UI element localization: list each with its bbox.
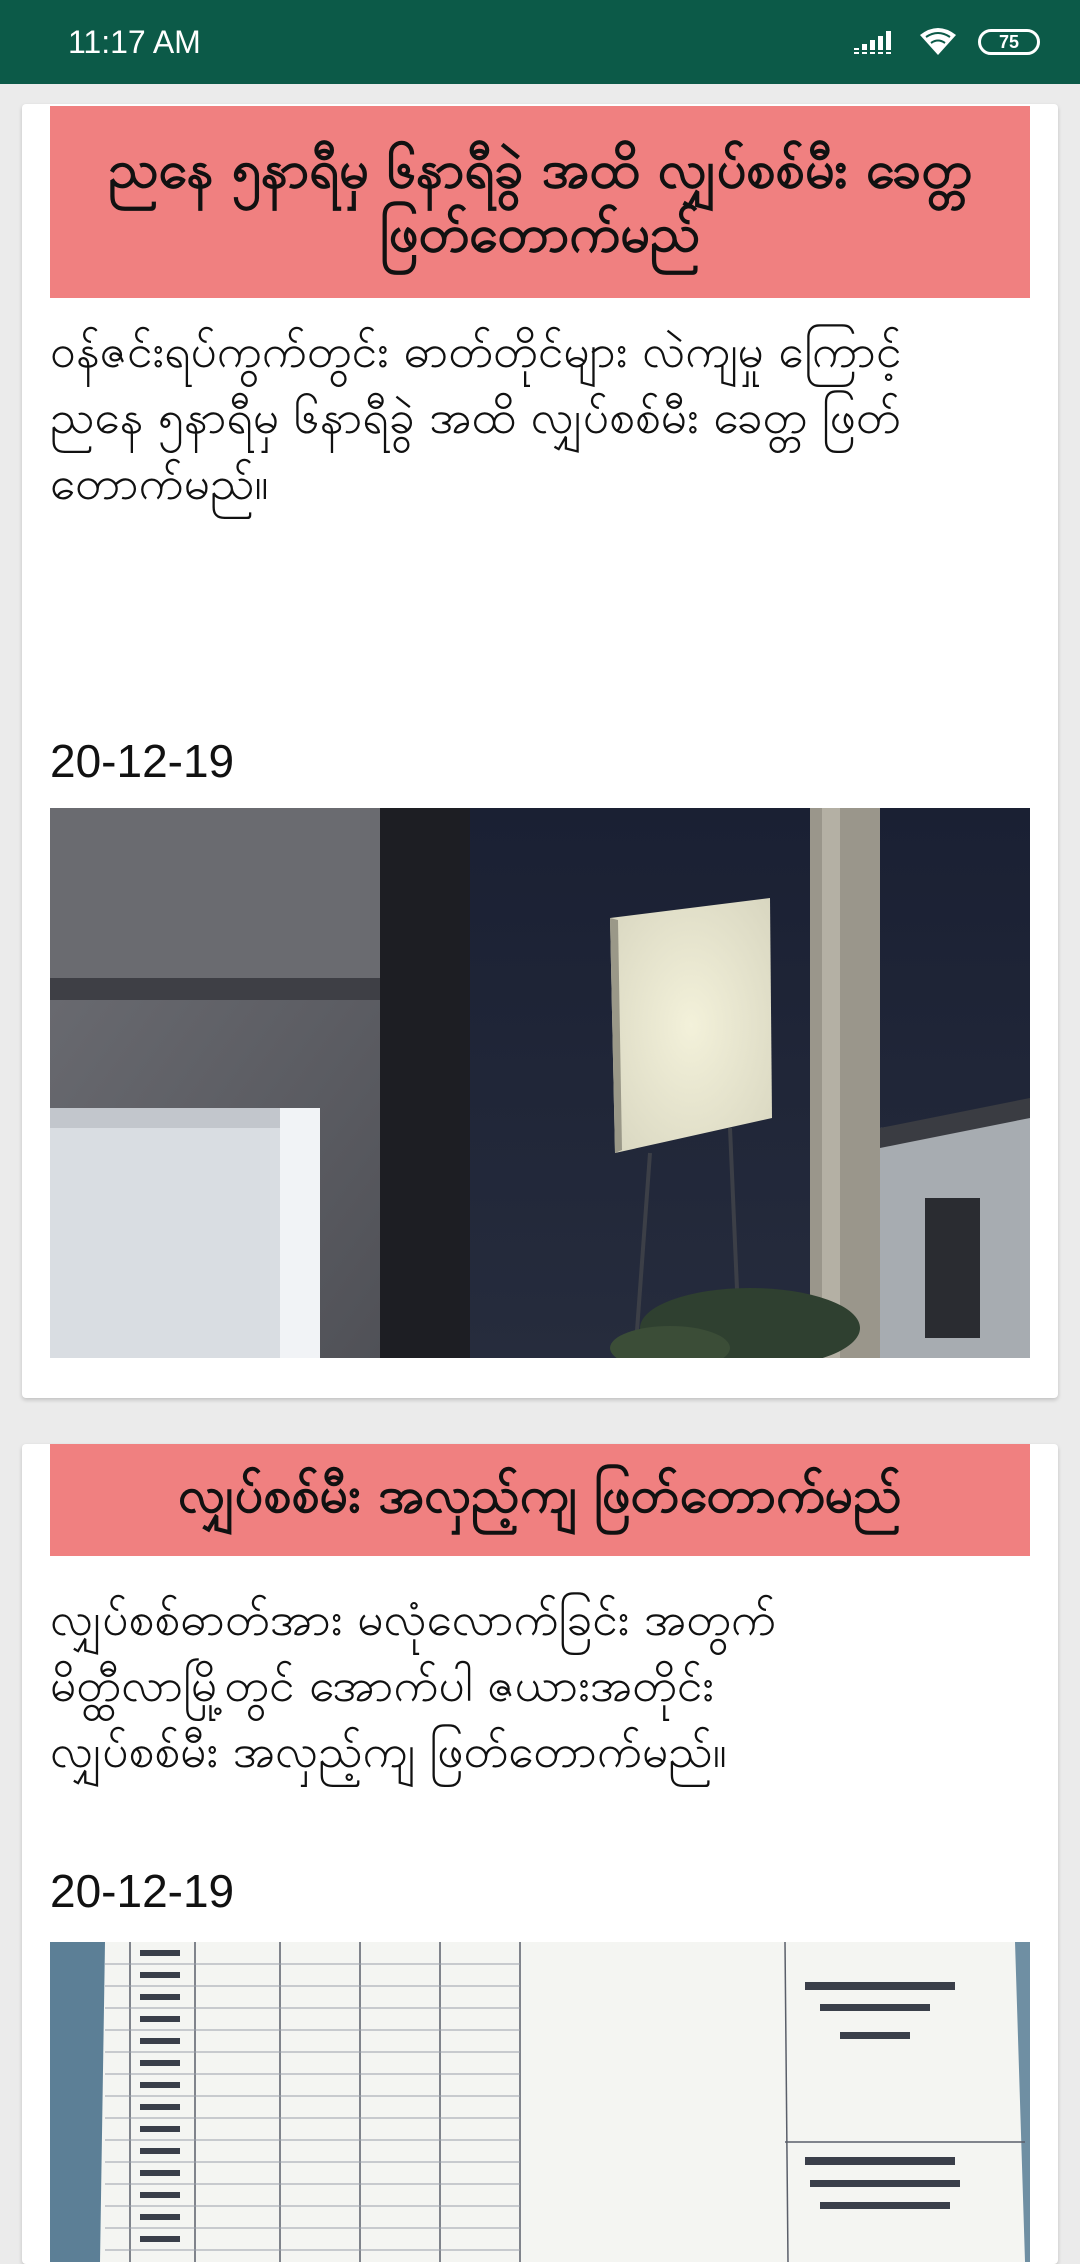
- status-icons: 75: [854, 27, 1040, 57]
- wifi-icon: [918, 27, 958, 57]
- news-card[interactable]: လျှပ်စစ်မီး အလှည့်ကျ ဖြတ်တောက်မည် လျှပ်စ…: [22, 1444, 1058, 2264]
- news-date: 20-12-19: [50, 1865, 235, 1917]
- news-date: 20-12-19: [50, 735, 235, 787]
- news-headline[interactable]: ညနေ ၅နာရီမှ ၆နာရီခွဲ အထိ လျှပ်စစ်မီး ခေတ…: [50, 106, 1030, 298]
- schedule-table-photo-image: [50, 1942, 1030, 2262]
- news-body: လျှပ်စစ်ဓာတ်အား မလုံလောက်ခြင်း အတွက် မိတ…: [50, 1592, 777, 1778]
- night-street-photo-image: [50, 808, 1030, 1358]
- signal-icon: [854, 28, 898, 56]
- news-body: ဝန်ဇင်းရပ်ကွက်တွင်း ဓာတ်တိုင်များ လဲကျမှ…: [50, 324, 902, 510]
- news-photo[interactable]: [50, 808, 1030, 1358]
- status-time: 11:17 AM: [68, 23, 201, 60]
- news-card[interactable]: ညနေ ၅နာရီမှ ၆နာရီခွဲ အထိ လျှပ်စစ်မီး ခေတ…: [22, 104, 1058, 1398]
- news-photo[interactable]: [50, 1942, 1030, 2262]
- battery-icon: 75: [978, 29, 1040, 55]
- news-headline[interactable]: လျှပ်စစ်မီး အလှည့်ကျ ဖြတ်တောက်မည်: [50, 1444, 1030, 1556]
- status-bar: 11:17 AM 75: [0, 0, 1080, 84]
